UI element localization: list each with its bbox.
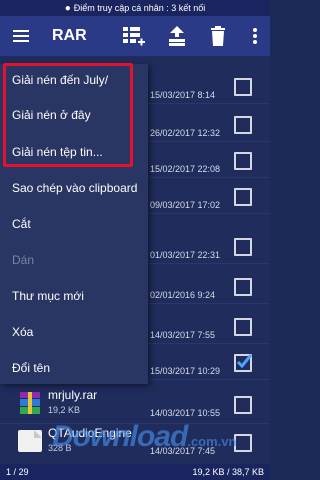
size-indicator: 19,2 KB / 38,7 KB [192, 467, 264, 477]
page-indicator: 1 / 29 [6, 467, 29, 477]
row-checkbox[interactable] [234, 278, 252, 296]
document-file-icon [18, 430, 42, 452]
app-title: RAR [52, 27, 87, 44]
status-bar: ● Điểm truy cập cá nhân : 3 kết nối [0, 0, 270, 16]
row-checkbox[interactable] [234, 78, 252, 96]
row-checkbox[interactable] [234, 152, 252, 170]
file-date: 15/03/2017 8:14 [150, 90, 216, 100]
file-size: 19,2 KB [48, 405, 81, 415]
row-checkbox[interactable] [234, 188, 252, 206]
more-options-icon[interactable] [240, 16, 270, 56]
menu-icon[interactable] [0, 16, 42, 56]
file-date: 02/01/2016 9:24 [150, 290, 216, 300]
status-text: Điểm truy cập cá nhân : 3 kết nối [73, 3, 206, 13]
wifi-hotspot-icon: ● [64, 2, 71, 14]
file-date: 14/03/2017 7:55 [150, 330, 216, 340]
app-toolbar: RAR [0, 16, 270, 56]
file-date: 15/02/2017 22:08 [150, 164, 221, 174]
file-date: 09/03/2017 17:02 [150, 200, 221, 210]
file-date: 01/03/2017 22:31 [150, 250, 221, 260]
highlight-annotation [3, 63, 133, 167]
menu-item-copy-to-clipboard[interactable]: Sao chép vào clipboard [0, 172, 148, 204]
menu-item-new-folder[interactable]: Thư mục mới [0, 280, 148, 312]
watermark-logo: Download.com.vn [52, 420, 266, 460]
file-name: mrjuly.rar [48, 388, 98, 402]
menu-item-paste: Dán [12, 253, 35, 267]
file-date: 15/03/2017 10:29 [150, 366, 221, 376]
list-item[interactable]: mrjuly.rar 19,2 KB 14/03/2017 10:55 [0, 386, 270, 424]
rar-archive-icon [18, 392, 42, 414]
row-checkbox-checked[interactable] [234, 354, 252, 372]
menu-item-delete[interactable]: Xóa [0, 316, 148, 348]
checkmark-icon [236, 354, 252, 369]
file-date: 26/02/2017 12:32 [150, 128, 221, 138]
watermark-suffix: .com.vn [187, 434, 237, 449]
menu-item-rename[interactable]: Đổi tên [0, 352, 148, 384]
watermark-text: Download [52, 420, 188, 453]
add-to-archive-icon[interactable] [118, 16, 148, 56]
row-checkbox[interactable] [234, 318, 252, 336]
row-checkbox[interactable] [234, 116, 252, 134]
menu-item-cut[interactable]: Cắt [0, 208, 148, 240]
file-date: 14/03/2017 10:55 [150, 408, 221, 418]
row-checkbox[interactable] [234, 396, 252, 414]
row-checkbox[interactable] [234, 238, 252, 256]
extract-icon[interactable] [162, 16, 192, 56]
delete-icon[interactable] [203, 16, 233, 56]
footer-bar: 1 / 29 19,2 KB / 38,7 KB [0, 464, 270, 480]
